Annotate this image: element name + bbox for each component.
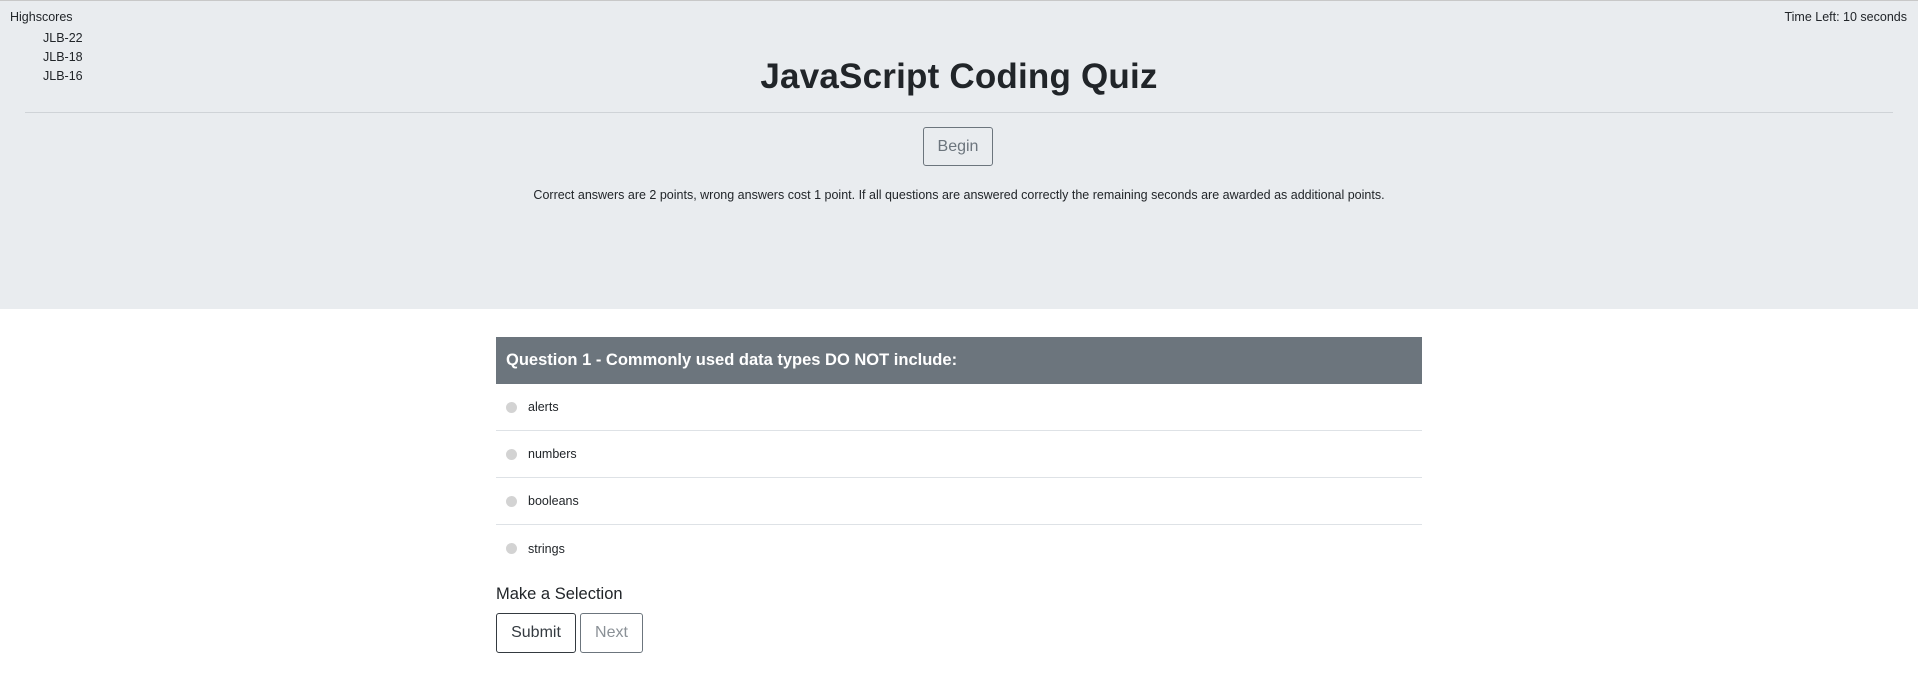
- header-divider: [25, 112, 1893, 113]
- selection-status: Make a Selection: [496, 585, 623, 603]
- radio-icon[interactable]: [506, 495, 517, 507]
- radio-icon[interactable]: [506, 401, 517, 413]
- answer-option-alerts[interactable]: alerts: [496, 384, 1422, 431]
- next-button[interactable]: Next: [580, 613, 643, 653]
- header-jumbotron: Highscores JLB-22 JLB-18 JLB-16 Time Lef…: [0, 0, 1918, 309]
- question-card: Question 1 - Commonly used data types DO…: [496, 337, 1422, 572]
- highscore-item: JLB-22: [43, 31, 83, 45]
- answer-option-strings[interactable]: strings: [496, 525, 1422, 572]
- question-title: Question 1 - Commonly used data types DO…: [496, 337, 1422, 384]
- radio-icon[interactable]: [506, 448, 517, 460]
- begin-button[interactable]: Begin: [923, 127, 993, 166]
- answer-option-numbers[interactable]: numbers: [496, 431, 1422, 478]
- answer-label: alerts: [528, 400, 559, 414]
- answer-label: booleans: [528, 494, 579, 508]
- rules-text: Correct answers are 2 points, wrong answ…: [533, 188, 1385, 202]
- page-title: JavaScript Coding Quiz: [760, 57, 1158, 96]
- timer-display: Time Left: 10 seconds: [1784, 10, 1907, 24]
- submit-button[interactable]: Submit: [496, 613, 576, 653]
- answer-label: strings: [528, 541, 565, 556]
- highscores-title[interactable]: Highscores: [10, 10, 73, 24]
- answer-label: numbers: [528, 447, 577, 461]
- answer-option-booleans[interactable]: booleans: [496, 478, 1422, 525]
- radio-icon[interactable]: [506, 543, 517, 554]
- answer-list: alerts numbers booleans strings: [496, 384, 1422, 572]
